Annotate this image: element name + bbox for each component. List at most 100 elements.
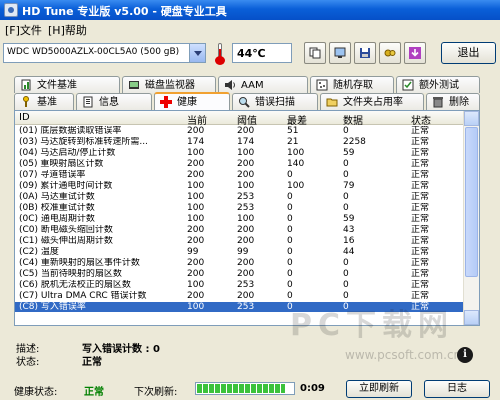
cell-current: 100 (187, 203, 205, 213)
cell-status: 正常 (411, 302, 430, 312)
cell-worst: 0 (287, 170, 293, 180)
cell-data: 16 (343, 236, 355, 246)
tab-health[interactable]: 健康 (154, 92, 230, 110)
table-row[interactable]: (04) 马达启动/停止计数 100 100 100 59 正常 (15, 148, 479, 158)
tab-aam[interactable]: AAM (218, 76, 308, 93)
table-row[interactable]: (C6) 脱机无法校正的扇区数 100 253 0 0 正常 (15, 280, 479, 290)
cell-data: 0 (343, 291, 349, 301)
cell-worst: 0 (287, 203, 293, 213)
table-row[interactable]: (C1) 磁头伸出周期计数 200 200 0 16 正常 (15, 236, 479, 246)
log-label: 日志 (447, 383, 467, 394)
cell-current: 200 (187, 258, 205, 268)
status-label: 状态: (16, 357, 40, 368)
cell-current: 100 (187, 181, 205, 191)
save-button[interactable] (354, 42, 376, 64)
cell-current: 200 (187, 269, 205, 279)
speaker-icon (225, 80, 235, 90)
chevron-down-icon[interactable] (189, 44, 205, 62)
cell-threshold: 100 (237, 148, 255, 158)
table-row[interactable]: (0B) 校准重试计数 100 253 0 0 正常 (15, 203, 479, 213)
cell-current: 200 (187, 236, 205, 246)
cell-threshold: 200 (237, 269, 255, 279)
refresh-progress-fill (197, 384, 285, 393)
cell-worst: 0 (287, 192, 293, 202)
cell-current: 100 (187, 214, 205, 224)
refresh-now-button[interactable]: 立即刷新 (346, 380, 412, 398)
table-row[interactable]: (09) 累计通电时间计数 100 100 100 79 正常 (15, 181, 479, 191)
title-bar[interactable]: HD Tune 专业版 v5.00 - 硬盘专业工具 (0, 0, 500, 20)
table-row[interactable]: (01) 底层数据读取错误率 200 200 51 0 正常 (15, 126, 479, 136)
cell-current: 200 (187, 170, 205, 180)
scroll-down-arrow-icon[interactable] (464, 310, 479, 325)
scroll-thumb[interactable] (465, 127, 478, 277)
cell-current: 174 (187, 137, 205, 147)
table-row[interactable]: (C0) 断电磁头缩回计数 200 200 0 43 正常 (15, 225, 479, 235)
col-header-data[interactable]: 数据 (343, 112, 363, 127)
window-title: HD Tune 专业版 v5.00 - 硬盘专业工具 (22, 5, 227, 18)
tab-benchmark[interactable]: 基准 (14, 93, 74, 110)
tab-random-access[interactable]: 随机存取 (310, 76, 394, 93)
benchmark-icon (23, 96, 29, 107)
tab-extra-tests[interactable]: 额外测试 (396, 76, 480, 93)
cell-worst: 0 (287, 280, 293, 290)
col-header-status[interactable]: 状态 (411, 112, 431, 127)
cell-worst: 0 (287, 236, 293, 246)
options-button[interactable] (379, 42, 401, 64)
tab-erase[interactable]: 删除 (426, 93, 480, 110)
table-row[interactable]: (0C) 通电周期计数 100 100 0 59 正常 (15, 214, 479, 224)
table-row[interactable]: (05) 重映射扇区计数 200 200 140 0 正常 (15, 159, 479, 169)
tab-folder-usage[interactable]: 文件夹占用率 (320, 93, 424, 110)
col-header-worst[interactable]: 最差 (287, 112, 307, 127)
cell-worst: 100 (287, 181, 305, 191)
cell-status: 正常 (411, 126, 430, 136)
cell-worst: 0 (287, 214, 293, 224)
next-refresh-label: 下次刷新: (134, 387, 178, 398)
table-row[interactable]: (03) 马达旋转到标准转速所需... 174 174 21 2258 正常 (15, 137, 479, 147)
cell-current: 100 (187, 148, 205, 158)
scroll-up-arrow-icon[interactable] (464, 111, 479, 126)
cell-current: 100 (187, 302, 205, 312)
log-button[interactable]: 日志 (424, 380, 490, 398)
drive-select[interactable]: WDC WD5000AZLX-00CL5A0 (500 gB) (3, 43, 206, 63)
cell-id: (0C) 通电周期计数 (19, 214, 95, 224)
app-icon (4, 3, 18, 17)
table-row[interactable]: (07) 寻道错误率 200 200 0 0 正常 (15, 170, 479, 180)
cell-worst: 51 (287, 126, 299, 136)
tab-label: 健康 (177, 97, 197, 108)
table-row[interactable]: (C4) 重新映射的扇区事件计数 200 200 0 0 正常 (15, 258, 479, 268)
table-row[interactable]: (C2) 温度 99 99 0 44 正常 (15, 247, 479, 257)
cell-id: (07) 寻道错误率 (19, 170, 86, 180)
health-status-label: 健康状态: (14, 387, 58, 398)
extra-tests-icon (402, 79, 414, 91)
copy-info-button[interactable] (304, 42, 326, 64)
table-row[interactable]: (C7) Ultra DMA CRC 错误计数 200 200 0 0 正常 (15, 291, 479, 301)
cell-data: 59 (343, 148, 355, 158)
copy-info-icon (309, 47, 321, 59)
toolbar: WDC WD5000AZLX-00CL5A0 (500 gB) 44℃ 退出 (0, 38, 500, 72)
cell-id: (C7) Ultra DMA CRC 错误计数 (19, 291, 147, 301)
copy-screen-button[interactable] (329, 42, 351, 64)
cell-threshold: 100 (237, 214, 255, 224)
info-circle-icon[interactable]: i (457, 347, 473, 363)
menu-help[interactable]: [H]帮助 (48, 22, 87, 38)
cell-threshold: 200 (237, 236, 255, 246)
cell-current: 200 (187, 159, 205, 169)
col-header-threshold[interactable]: 阈值 (237, 112, 257, 127)
tab-error-scan[interactable]: 错误扫描 (232, 93, 318, 110)
col-header-id[interactable]: ID (19, 112, 30, 123)
exit-button[interactable]: 退出 (441, 42, 496, 64)
download-button[interactable] (404, 42, 426, 64)
tab-info[interactable]: 信息 (76, 93, 152, 110)
cell-status: 正常 (411, 269, 430, 279)
tab-file-benchmark[interactable]: 文件基准 (14, 76, 120, 93)
table-row[interactable]: (C8) 写入错误率 100 253 0 0 正常 (15, 302, 479, 312)
cell-threshold: 200 (237, 225, 255, 235)
health-cross-icon (160, 96, 172, 108)
tab-disk-monitor[interactable]: 磁盘监视器 (122, 76, 216, 93)
col-header-current[interactable]: 当前 (187, 112, 207, 127)
table-row[interactable]: (C5) 当前待映射的扇区数 200 200 0 0 正常 (15, 269, 479, 279)
menu-file[interactable]: [F]文件 (5, 22, 42, 38)
table-scrollbar[interactable] (463, 111, 479, 325)
table-row[interactable]: (0A) 马达重试计数 100 253 0 0 正常 (15, 192, 479, 202)
cell-id: (04) 马达启动/停止计数 (19, 148, 116, 158)
